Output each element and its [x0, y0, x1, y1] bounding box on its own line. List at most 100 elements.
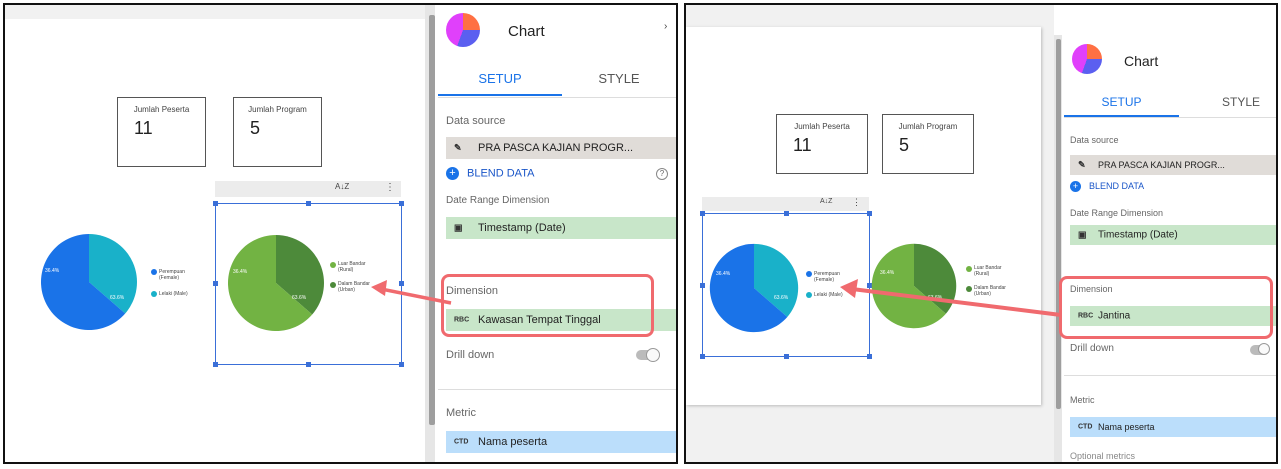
scorecard-label: Jumlah Peserta	[133, 105, 190, 114]
chart-type-pie-icon[interactable]	[1072, 44, 1102, 74]
divider	[1064, 375, 1276, 376]
arrow-annotation	[371, 280, 452, 305]
divider	[438, 97, 676, 98]
blend-data-button[interactable]: + BLEND DATA	[1070, 181, 1144, 193]
legend-dot-male	[806, 292, 812, 298]
scorecard-label: Jumlah Program	[898, 122, 958, 131]
tab-style[interactable]: STYLE	[562, 71, 676, 86]
resize-handle[interactable]	[784, 211, 789, 216]
resize-handle[interactable]	[867, 211, 872, 216]
pencil-icon[interactable]: ✎	[454, 143, 462, 154]
data-source-field[interactable]: ✎ PRA PASCA KAJIAN PROGR...	[446, 137, 676, 159]
slice-label-rural: 36.4%	[233, 269, 248, 275]
legend-dot-female	[151, 269, 157, 275]
metric-field[interactable]: CTD Nama peserta	[1070, 417, 1276, 437]
count-distinct-icon: CTD	[454, 438, 469, 446]
chart-toolbar: A↓Z ⋮	[702, 197, 869, 211]
scorecard-value: 5	[250, 118, 261, 138]
more-options-icon[interactable]: ⋮	[385, 182, 395, 193]
properties-panel: Chart SETUP STYLE Data source ✎ PRA PASC…	[1064, 35, 1276, 462]
legend-rural: Luar Bandar (Rural)	[338, 261, 366, 273]
scorecard-jumlah-peserta[interactable]: Jumlah Peserta 11	[117, 97, 206, 167]
blend-data-button[interactable]: + BLEND DATA	[446, 167, 534, 180]
drill-down-label: Drill down	[446, 349, 495, 361]
pencil-icon[interactable]: ✎	[1078, 160, 1086, 171]
help-icon[interactable]: ?	[656, 168, 668, 180]
canvas-top-strip	[5, 5, 425, 19]
date-range-field[interactable]: ▣ Timestamp (Date)	[446, 217, 676, 239]
metric-label: Metric	[1070, 395, 1095, 405]
slice-label-female: 36.4%	[45, 268, 60, 274]
report-canvas: Jumlah Peserta 11 Jumlah Program 5 36.4%…	[5, 5, 425, 462]
properties-panel: Chart › SETUP STYLE Data source ✎ PRA PA…	[438, 5, 676, 462]
resize-handle[interactable]	[784, 354, 789, 359]
scrollbar[interactable]	[429, 15, 435, 425]
optional-metrics-label: Optional metrics	[1070, 451, 1136, 461]
resize-handle[interactable]	[399, 201, 404, 206]
plus-icon: +	[1070, 181, 1081, 193]
resize-handle[interactable]	[867, 354, 872, 359]
scorecard-label: Jumlah Program	[248, 105, 307, 114]
metric-label: Metric	[446, 407, 476, 419]
resize-handle[interactable]	[700, 211, 705, 216]
resize-handle[interactable]	[306, 362, 311, 367]
slice-label-male: 63.6%	[110, 295, 125, 301]
scorecard-jumlah-program[interactable]: Jumlah Program 5	[882, 114, 974, 174]
legend-dot-rural	[966, 266, 972, 272]
more-options-icon[interactable]: ⋮	[852, 197, 861, 208]
sort-icon[interactable]: A↓Z	[335, 182, 349, 191]
legend-dot-male	[151, 291, 157, 297]
legend-female: Perempuan (Female)	[159, 269, 185, 281]
slice-label-female: 36.4%	[716, 271, 731, 277]
screenshot-panel-a: Jumlah Peserta 11 Jumlah Program 5 36.4%…	[3, 3, 678, 464]
legend-dot-urban	[330, 282, 336, 288]
legend-dot-female	[806, 271, 812, 277]
date-range-label: Date Range Dimension	[446, 195, 550, 206]
highlight-callout	[1059, 276, 1273, 339]
resize-handle[interactable]	[213, 362, 218, 367]
tab-setup[interactable]: SETUP	[1064, 95, 1179, 109]
date-range-label: Date Range Dimension	[1070, 208, 1164, 218]
scrollbar[interactable]	[1056, 39, 1061, 409]
resize-handle[interactable]	[306, 201, 311, 206]
panel-title: Chart	[1124, 53, 1159, 69]
scorecard-value: 11	[793, 135, 812, 155]
tab-setup[interactable]: SETUP	[438, 71, 562, 86]
data-source-label: Data source	[1070, 135, 1119, 145]
scorecard-jumlah-program[interactable]: Jumlah Program 5	[233, 97, 322, 167]
pie-chart-jantina[interactable]	[708, 242, 800, 334]
plus-icon: +	[446, 167, 459, 180]
resize-handle[interactable]	[399, 362, 404, 367]
chart-toolbar: A↓Z ⋮	[215, 181, 401, 197]
divider	[1064, 117, 1276, 118]
chevron-icon[interactable]: ›	[664, 21, 667, 32]
sort-icon[interactable]: A↓Z	[820, 198, 832, 205]
calendar-icon: ▣	[1078, 229, 1087, 240]
data-source-field[interactable]: ✎ PRA PASCA KAJIAN PROGR...	[1070, 155, 1276, 175]
screenshot-panel-b: Jumlah Peserta 11 Jumlah Program 5 A↓Z ⋮…	[684, 3, 1278, 464]
resize-handle[interactable]	[700, 283, 705, 288]
tab-style[interactable]: STYLE	[1179, 95, 1276, 109]
legend-male: Lelaki (Male)	[159, 291, 188, 297]
panel-title: Chart	[508, 23, 545, 40]
pie-chart-jantina[interactable]	[39, 232, 139, 332]
slice-label-urban: 63.6%	[292, 295, 307, 301]
scorecard-value: 5	[899, 135, 910, 155]
arrow-annotation	[840, 279, 1062, 317]
metric-field[interactable]: CTD Nama peserta	[446, 431, 676, 453]
resize-handle[interactable]	[213, 201, 218, 206]
drill-down-toggle[interactable]	[636, 348, 660, 362]
date-range-field[interactable]: ▣ Timestamp (Date)	[1070, 225, 1276, 245]
resize-handle[interactable]	[213, 281, 218, 286]
drill-down-toggle[interactable]	[1250, 343, 1270, 355]
scorecard-value: 11	[134, 118, 153, 138]
slice-label-male: 63.6%	[774, 295, 789, 301]
tab-indicator	[438, 94, 562, 96]
resize-handle[interactable]	[700, 354, 705, 359]
chart-type-pie-icon[interactable]	[446, 13, 480, 47]
highlight-callout	[441, 274, 654, 337]
data-source-label: Data source	[446, 115, 506, 127]
scorecard-jumlah-peserta[interactable]: Jumlah Peserta 11	[776, 114, 868, 174]
pie-chart-kawasan[interactable]	[226, 233, 326, 333]
scorecard-label: Jumlah Peserta	[794, 122, 850, 131]
